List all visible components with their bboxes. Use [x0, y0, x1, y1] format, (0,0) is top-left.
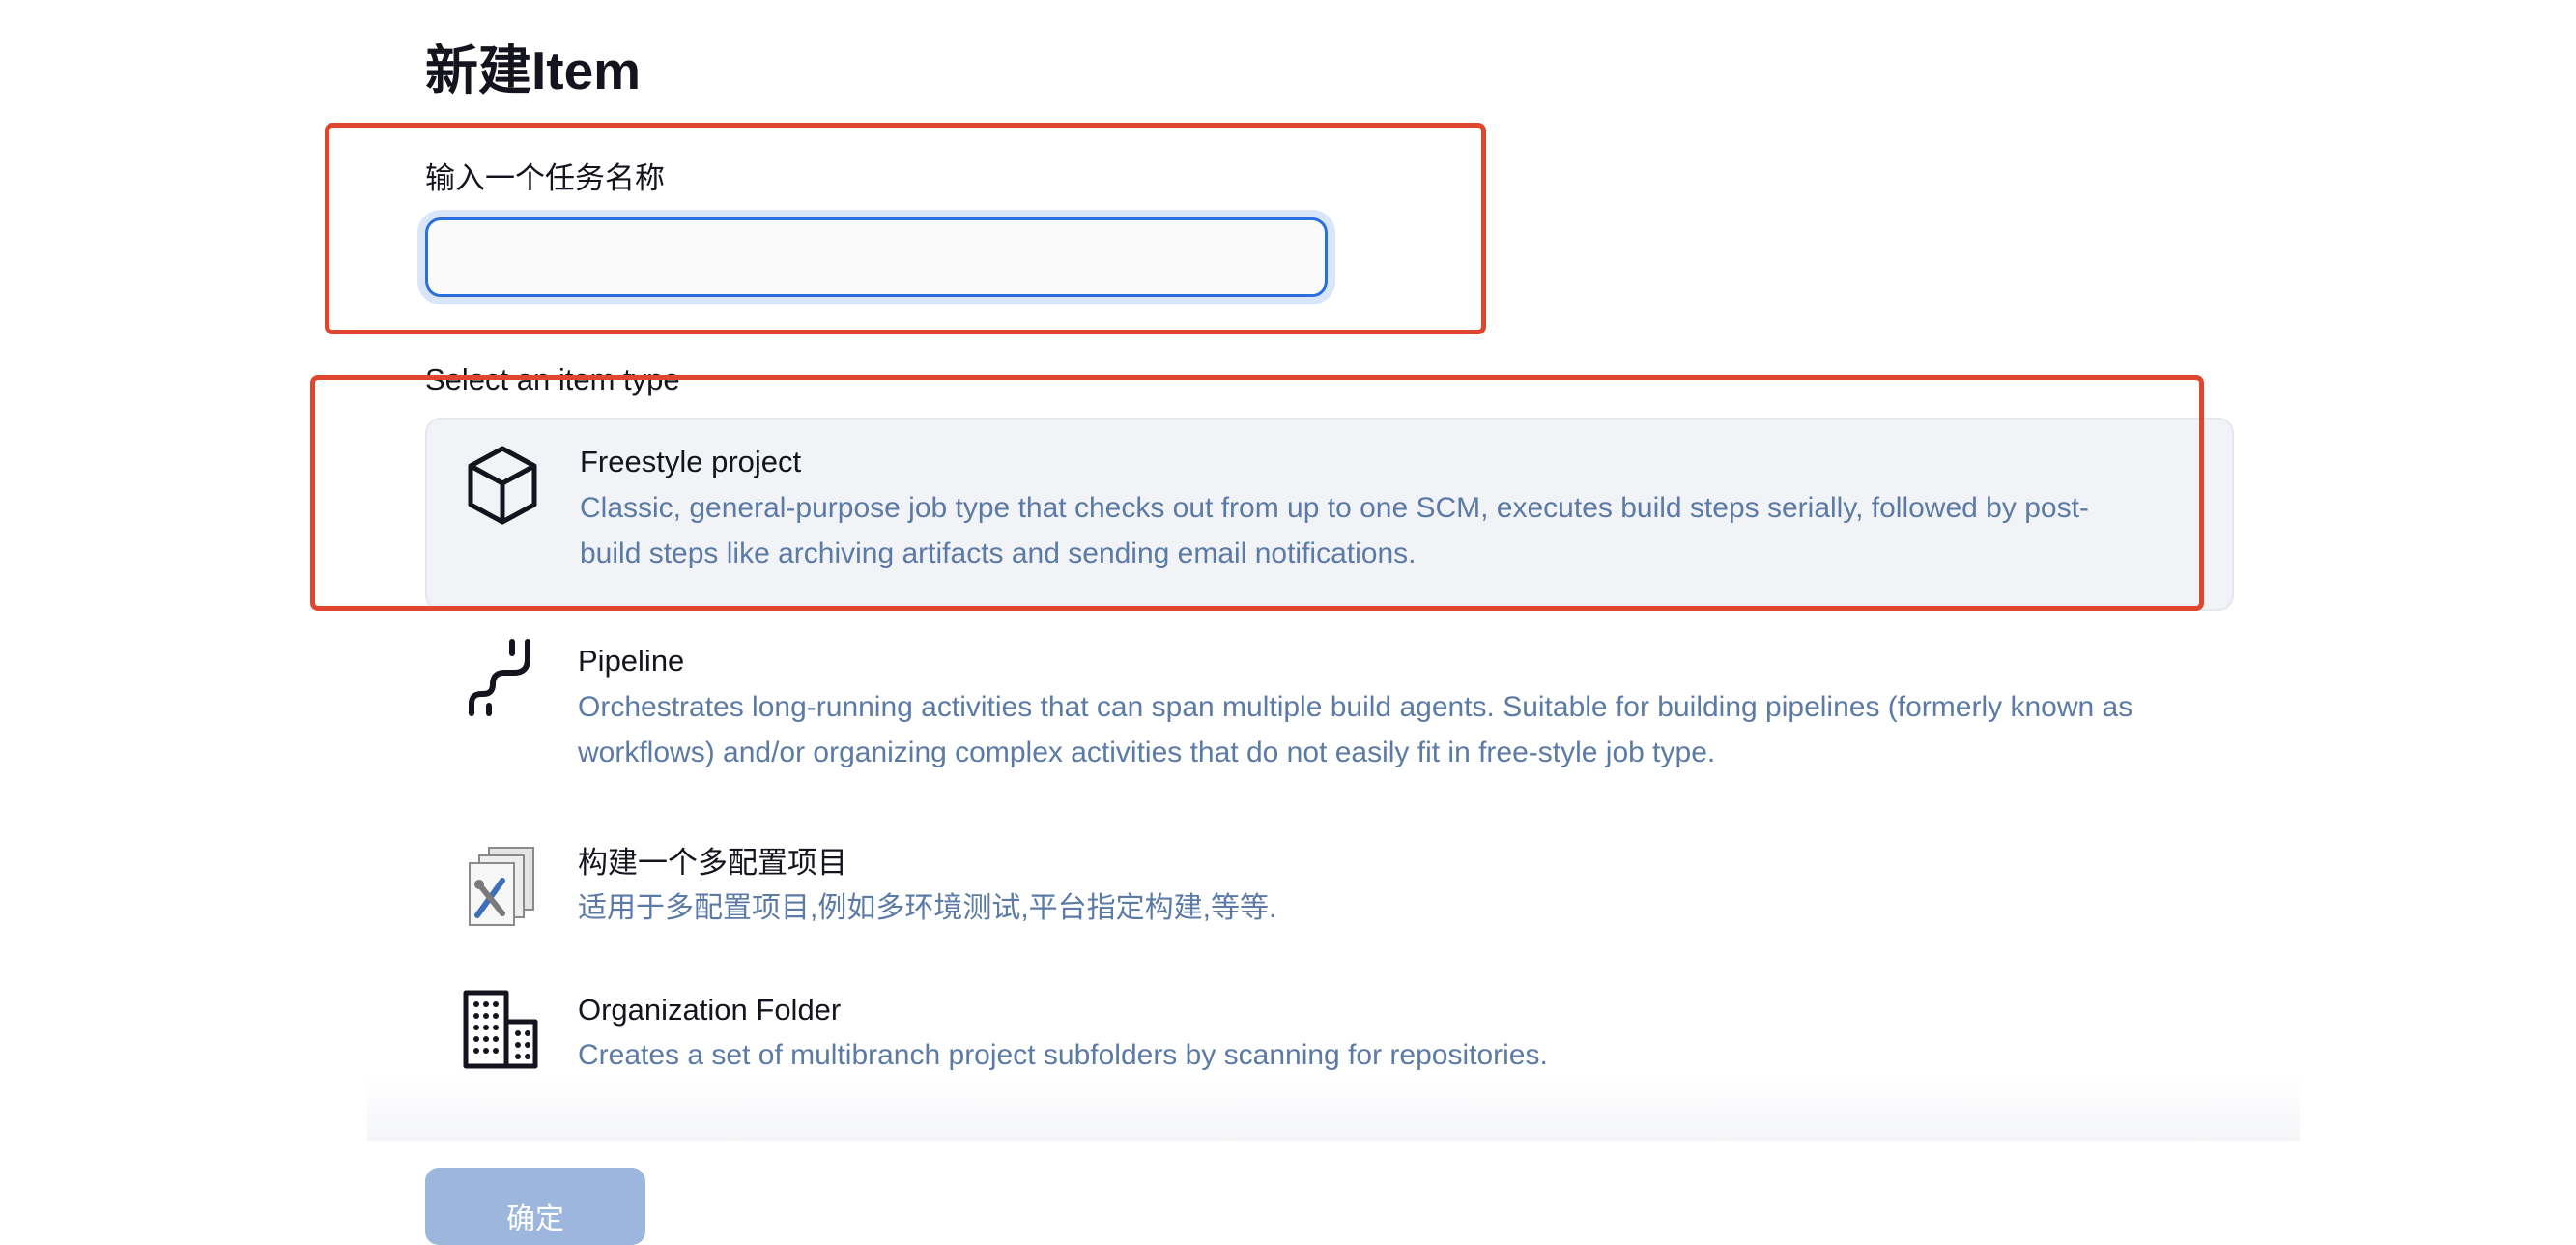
- item-type-description: 适用于多配置项目,例如多环境测试,平台指定构建,等等.: [578, 892, 1277, 924]
- item-type-name: Freestyle project: [580, 445, 802, 478]
- item-type-multi-config[interactable]: 构建一个多配置项目 适用于多配置项目,例如多环境测试,平台指定构建,等等.: [425, 817, 2234, 968]
- page-title: 新建Item: [425, 41, 642, 101]
- item-type-name: Pipeline: [578, 644, 685, 678]
- multi-config-tools-icon: [469, 847, 534, 926]
- item-type-freestyle[interactable]: Freestyle project Classic, general-purpo…: [425, 418, 2234, 611]
- item-type-list: Freestyle project Classic, general-purpo…: [425, 418, 2234, 1113]
- item-type-label: Select an item type: [425, 362, 680, 396]
- freestyle-cube-icon: [468, 446, 537, 525]
- item-name-label: 输入一个任务名称: [425, 161, 665, 195]
- pipeline-icon: [469, 639, 530, 716]
- item-type-description: Classic, general-purpose job type that c…: [580, 492, 2089, 569]
- item-type-name: 构建一个多配置项目: [578, 846, 847, 880]
- item-type-name: Organization Folder: [578, 993, 842, 1027]
- organization-buildings-icon: [463, 990, 538, 1069]
- item-type-description: Creates a set of multibranch project sub…: [578, 1039, 1548, 1071]
- item-type-description: Orchestrates long-running activities tha…: [578, 691, 2133, 768]
- ok-button[interactable]: 确定: [425, 1168, 645, 1245]
- item-name-input[interactable]: [425, 217, 1328, 297]
- item-type-organization-folder[interactable]: Organization Folder Creates a set of mul…: [425, 968, 2234, 1113]
- item-type-pipeline[interactable]: Pipeline Orchestrates long-running activ…: [425, 611, 2234, 817]
